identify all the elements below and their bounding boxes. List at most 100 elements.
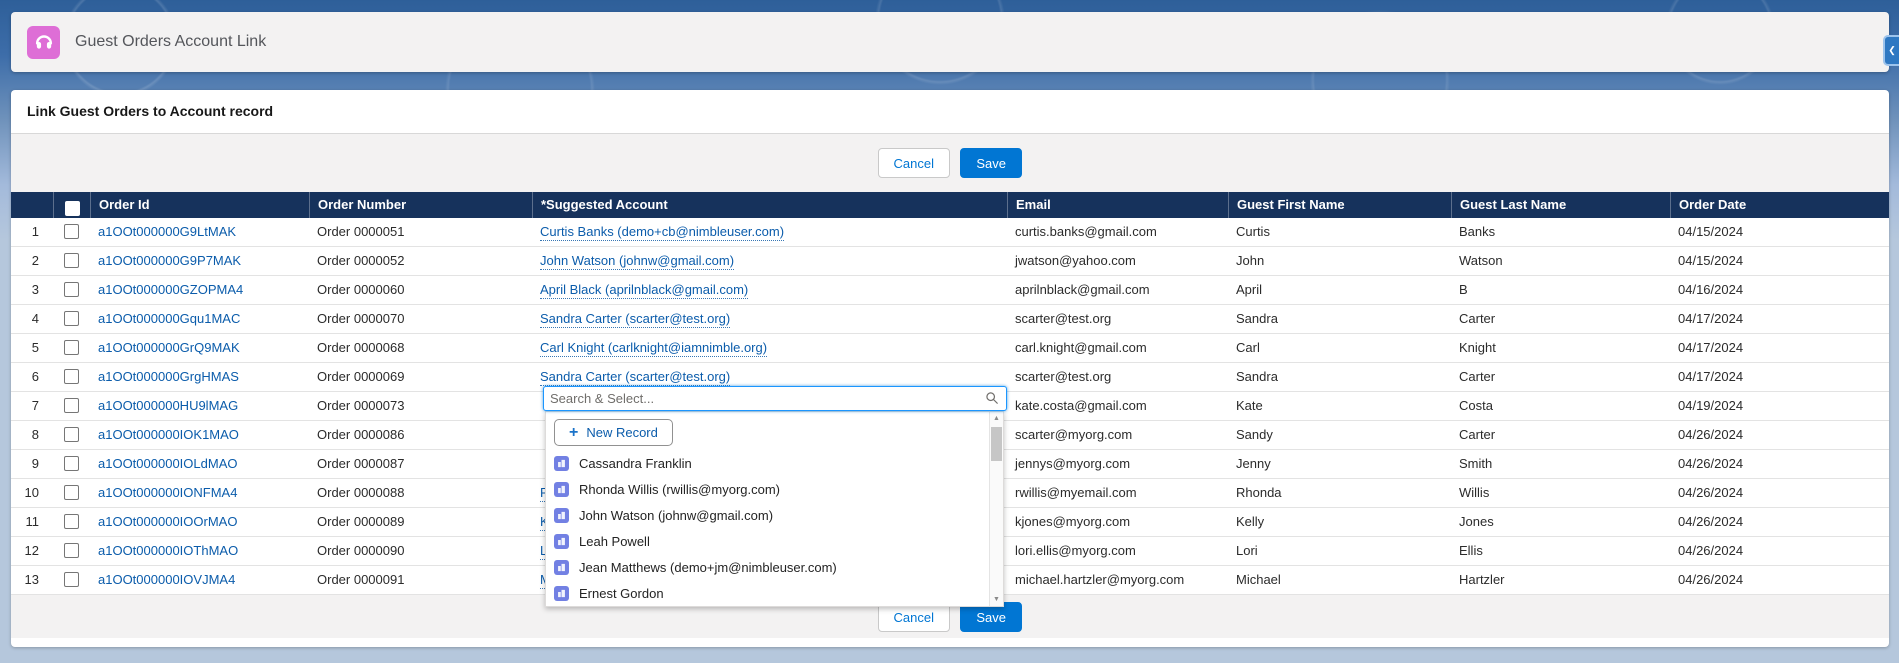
guest-first-name: Curtis	[1228, 218, 1451, 246]
guest-last-name: Smith	[1451, 450, 1670, 478]
row-number-header	[11, 192, 53, 218]
row-checkbox[interactable]	[64, 369, 79, 384]
guest-first-name: Sandra	[1228, 363, 1451, 391]
account-option[interactable]: John Watson (johnw@gmail.com)	[554, 502, 985, 528]
col-order-date: Order Date	[1670, 192, 1889, 218]
email: curtis.banks@gmail.com	[1007, 218, 1228, 246]
row-checkbox[interactable]	[64, 456, 79, 471]
account-lookup-dropdown: + New Record Cassandra Franklin Rhonda W…	[545, 411, 1004, 607]
order-id-link[interactable]: a1OOt000000IONFMA4	[98, 485, 237, 500]
order-id-link[interactable]: a1OOt000000IOThMAO	[98, 543, 238, 558]
side-panel-toggle[interactable]: ❮	[1883, 35, 1899, 66]
account-icon	[554, 456, 569, 471]
row-checkbox[interactable]	[64, 398, 79, 413]
row-checkbox[interactable]	[64, 311, 79, 326]
guest-first-name: Sandy	[1228, 421, 1451, 449]
order-id-link[interactable]: a1OOt000000IOK1MAO	[98, 427, 239, 442]
order-id-link[interactable]: a1OOt000000GrQ9MAK	[98, 340, 240, 355]
row-number: 12	[11, 537, 53, 565]
checkbox-cell	[53, 421, 90, 449]
order-id-link[interactable]: a1OOt000000IOOrMAO	[98, 514, 237, 529]
row-checkbox[interactable]	[64, 543, 79, 558]
col-suggested-account: *Suggested Account	[532, 192, 1007, 218]
order-id-link[interactable]: a1OOt000000IOVJMA4	[98, 572, 235, 587]
checkbox-cell	[53, 247, 90, 275]
row-checkbox[interactable]	[64, 224, 79, 239]
row-number: 3	[11, 276, 53, 304]
order-id-link[interactable]: a1OOt000000G9LtMAK	[98, 224, 236, 239]
plus-icon: +	[569, 425, 578, 441]
headset-icon	[27, 26, 60, 59]
account-search-input[interactable]	[543, 386, 1007, 411]
row-number: 1	[11, 218, 53, 246]
table-row: 2 a1OOt000000G9P7MAK Order 0000052 John …	[11, 247, 1889, 276]
suggested-account-link[interactable]: Sandra Carter (scarter@test.org)	[540, 311, 730, 328]
row-checkbox[interactable]	[64, 514, 79, 529]
new-record-button[interactable]: + New Record	[554, 419, 673, 446]
account-option-label: Leah Powell	[579, 534, 650, 549]
order-id-link[interactable]: a1OOt000000G9P7MAK	[98, 253, 241, 268]
select-all-checkbox[interactable]	[65, 201, 80, 216]
suggested-account-link[interactable]: April Black (aprilnblack@gmail.com)	[540, 282, 748, 299]
guest-last-name: Carter	[1451, 421, 1670, 449]
dropdown-scrollbar[interactable]: ▲ ▼	[989, 412, 1003, 606]
row-checkbox[interactable]	[64, 427, 79, 442]
row-checkbox[interactable]	[64, 340, 79, 355]
guest-last-name: Willis	[1451, 479, 1670, 507]
account-option[interactable]: Cassandra Franklin	[554, 450, 985, 476]
account-option-list: Cassandra Franklin Rhonda Willis (rwilli…	[554, 450, 985, 606]
account-option-label: Rhonda Willis (rwillis@myorg.com)	[579, 482, 780, 497]
chevron-left-icon: ❮	[1888, 45, 1896, 56]
order-date: 04/26/2024	[1670, 421, 1889, 449]
order-number: Order 0000088	[309, 479, 532, 507]
order-id-link[interactable]: a1OOt000000Gqu1MAC	[98, 311, 240, 326]
order-id-link[interactable]: a1OOt000000GrgHMAS	[98, 369, 239, 384]
order-id-link[interactable]: a1OOt000000HU9lMAG	[98, 398, 238, 413]
row-number: 5	[11, 334, 53, 362]
cancel-button[interactable]: Cancel	[878, 148, 950, 178]
row-checkbox[interactable]	[64, 282, 79, 297]
scrollbar-thumb[interactable]	[991, 427, 1002, 461]
guest-first-name: Jenny	[1228, 450, 1451, 478]
account-option[interactable]: Jean Matthews (demo+jm@nimbleuser.com)	[554, 554, 985, 580]
checkbox-cell	[53, 537, 90, 565]
checkbox-cell	[53, 334, 90, 362]
row-number: 13	[11, 566, 53, 594]
checkbox-cell	[53, 392, 90, 420]
order-number: Order 0000051	[309, 218, 532, 246]
suggested-account-link[interactable]: Sandra Carter (scarter@test.org)	[540, 369, 730, 386]
checkbox-cell	[53, 479, 90, 507]
order-date: 04/26/2024	[1670, 508, 1889, 536]
order-number: Order 0000070	[309, 305, 532, 333]
guest-last-name: Banks	[1451, 218, 1670, 246]
scroll-up-arrow[interactable]: ▲	[990, 415, 1003, 422]
account-icon	[554, 482, 569, 497]
account-option-label: John Watson (johnw@gmail.com)	[579, 508, 773, 523]
email: scarter@test.org	[1007, 363, 1228, 391]
order-id-link[interactable]: a1OOt000000IOLdMAO	[98, 456, 237, 471]
row-checkbox[interactable]	[64, 253, 79, 268]
suggested-account-link[interactable]: John Watson (johnw@gmail.com)	[540, 253, 734, 270]
email: rwillis@myemail.com	[1007, 479, 1228, 507]
row-number: 8	[11, 421, 53, 449]
table-row: 4 a1OOt000000Gqu1MAC Order 0000070 Sandr…	[11, 305, 1889, 334]
scroll-down-arrow[interactable]: ▼	[990, 596, 1003, 603]
guest-last-name: Jones	[1451, 508, 1670, 536]
guest-first-name: April	[1228, 276, 1451, 304]
order-date: 04/26/2024	[1670, 479, 1889, 507]
checkbox-cell	[53, 450, 90, 478]
save-button[interactable]: Save	[960, 148, 1022, 178]
email: aprilnblack@gmail.com	[1007, 276, 1228, 304]
account-option[interactable]: Ernest Gordon	[554, 580, 985, 606]
checkbox-cell	[53, 508, 90, 536]
suggested-account-link[interactable]: Curtis Banks (demo+cb@nimbleuser.com)	[540, 224, 784, 241]
order-number: Order 0000087	[309, 450, 532, 478]
order-date: 04/26/2024	[1670, 450, 1889, 478]
row-checkbox[interactable]	[64, 485, 79, 500]
account-option[interactable]: Leah Powell	[554, 528, 985, 554]
suggested-account-link[interactable]: Carl Knight (carlknight@iamnimble.org)	[540, 340, 767, 357]
row-checkbox[interactable]	[64, 572, 79, 587]
account-option[interactable]: Rhonda Willis (rwillis@myorg.com)	[554, 476, 985, 502]
order-number: Order 0000068	[309, 334, 532, 362]
order-id-link[interactable]: a1OOt000000GZOPMA4	[98, 282, 243, 297]
